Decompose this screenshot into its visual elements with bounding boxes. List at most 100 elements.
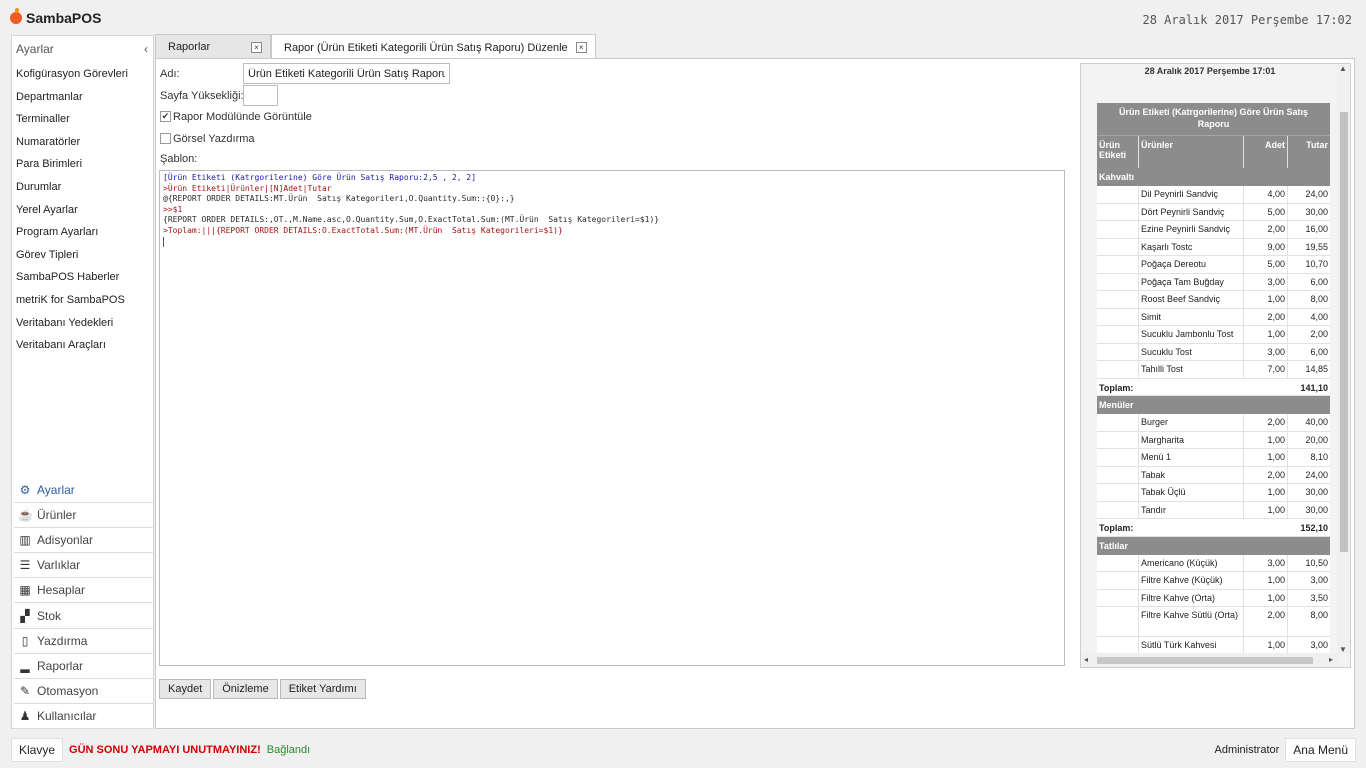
- scroll-up-arrow-icon[interactable]: ▲: [1339, 64, 1347, 73]
- sidebar-item[interactable]: Numaratörler: [16, 134, 128, 157]
- cell-amount: 6,00: [1310, 346, 1328, 357]
- sidebar-item[interactable]: Departmanlar: [16, 89, 128, 112]
- sidebar-item[interactable]: Para Birimleri: [16, 156, 128, 179]
- nav-item-gear[interactable]: ⚙ Ayarlar: [14, 478, 154, 504]
- boxes-icon: ▞: [20, 608, 30, 623]
- nav-item-pencil[interactable]: ✎ Otomasyon: [14, 679, 154, 704]
- sidebar-header: Ayarlar ‹: [16, 42, 148, 58]
- preview-table-row: Americano (Küçük) 3,00 10,50: [1097, 554, 1330, 572]
- vertical-scroll-thumb[interactable]: [1340, 112, 1348, 552]
- cell-tag: [1097, 256, 1139, 273]
- template-editor[interactable]: [Ürün Etiketi (Katrgorilerine) Göre Ürün…: [159, 170, 1065, 666]
- preview-date: 28 Aralık 2017 Perşembe 17:01: [1144, 66, 1276, 76]
- sidebar-item[interactable]: Veritabanı Yedekleri: [16, 315, 128, 338]
- header-quantity: Adet: [1244, 136, 1288, 168]
- cell-quantity: 2,00: [1244, 221, 1288, 238]
- cell-product: Kaşarlı Tostc: [1139, 238, 1244, 255]
- sidebar-item[interactable]: metriK for SambaPOS: [16, 292, 128, 315]
- gear-icon: ⚙: [19, 483, 31, 498]
- settings-sidebar: Ayarlar ‹ Kofigürasyon Görevleri Departma…: [11, 35, 154, 729]
- document-tabs: Raporlar × Rapor (Ürün Etiketi Kategorili …: [155, 34, 596, 60]
- report-module-label: Rapor Modülünde Görüntüle: [173, 111, 312, 123]
- status-bar: Klavye GÜN SONU YAPMAYI UNUTMAYINIZ! Bağ…: [0, 733, 1366, 768]
- cell-amount: 24,00: [1305, 189, 1328, 199]
- cell-tag: [1097, 221, 1139, 238]
- preview-table-row: Margharita 1,00 20,00: [1097, 431, 1330, 449]
- sidebar-title: Ayarlar: [16, 42, 54, 56]
- nav-item-user[interactable]: ♟ Kullanıcılar: [14, 704, 154, 729]
- preview-horizontal-scrollbar[interactable]: ◂ ▸: [1081, 653, 1339, 667]
- nav-item-label: Adisyonlar: [37, 533, 94, 548]
- tag-help-button[interactable]: Etiket Yardımı: [279, 679, 366, 699]
- sidebar-item[interactable]: Görev Tipleri: [16, 247, 128, 270]
- scroll-left-arrow-icon[interactable]: ◂: [1084, 655, 1088, 664]
- tab-label: Raporlar: [168, 41, 211, 53]
- cell-tag: [1097, 589, 1139, 606]
- cell-product: Dört Peynirli Sandviç: [1139, 203, 1244, 220]
- keyboard-button[interactable]: Klavye: [11, 738, 64, 762]
- nav-item-calculator[interactable]: ▦ Hesaplar: [14, 578, 154, 604]
- cell-tag: [1097, 326, 1139, 343]
- preview-table-row: Sucuklu Jambonlu Tost 1,00 2,00: [1097, 326, 1330, 344]
- tab-label: Rapor (Ürün Etiketi Kategorili Ürün Satı…: [284, 41, 568, 54]
- sidebar-item[interactable]: Kofigürasyon Görevleri: [16, 66, 128, 89]
- scroll-right-arrow-icon[interactable]: ▸: [1329, 655, 1333, 664]
- template-line: [Ürün Etiketi (Katrgorilerine) Göre Ürün…: [163, 173, 477, 182]
- cell-product: Margharita: [1139, 431, 1244, 448]
- cell-product: Sütlü Türk Kahvesi: [1139, 637, 1244, 654]
- coffee-icon: ☕: [18, 508, 33, 523]
- sidebar-item[interactable]: Terminaller: [16, 111, 128, 134]
- nav-item-coffee[interactable]: ☕ Ürünler: [14, 503, 154, 529]
- visual-print-checkbox[interactable]: [160, 133, 171, 144]
- preview-table-row: Dört Peynirli Sandviç 5,00 30,00: [1097, 203, 1330, 221]
- cell-tag: [1097, 273, 1139, 290]
- preview-report-title: Ürün Etiketi (Katrgorilerine) Göre Ürün …: [1097, 103, 1330, 135]
- sidebar-item[interactable]: Yerel Ayarlar: [16, 202, 128, 225]
- cell-product: Poğaça Dereotu: [1139, 256, 1244, 273]
- bar-chart-icon: ▂: [20, 658, 30, 673]
- cell-amount: 30,00: [1305, 487, 1328, 497]
- preview-button[interactable]: Önizleme: [213, 679, 278, 699]
- nav-item-label: Varlıklar: [37, 558, 81, 573]
- template-line: @{REPORT ORDER DETAILS:MT.Ürün Satış Kat…: [163, 194, 515, 204]
- preview-table-row: Tahılli Tost 7,00 14,85: [1097, 361, 1330, 379]
- tab-report-edit[interactable]: Rapor (Ürün Etiketi Kategorili Ürün Satı…: [271, 34, 596, 60]
- nav-item-books[interactable]: ▥ Adisyonlar: [14, 528, 154, 554]
- cell-product: Tandır: [1139, 501, 1244, 518]
- cell-quantity: 5,00: [1244, 256, 1288, 273]
- horizontal-scroll-thumb[interactable]: [1097, 657, 1313, 664]
- preview-table-row: Roost Beef Sandviç 1,00 8,00: [1097, 291, 1330, 309]
- nav-item-boxes[interactable]: ▞ Stok: [14, 603, 154, 629]
- cell-tag: [1097, 554, 1139, 571]
- preview-vertical-scrollbar[interactable]: ▲ ▼: [1337, 64, 1350, 654]
- preview-category-row: Tatlılar: [1097, 536, 1330, 555]
- preview-table-row: Poğaça Tam Buğday 3,00 6,00: [1097, 273, 1330, 291]
- close-icon[interactable]: ×: [251, 41, 262, 53]
- cell-quantity: 1,00: [1244, 291, 1288, 308]
- collapse-chevron-icon[interactable]: ‹: [144, 42, 148, 56]
- report-name-input[interactable]: [243, 63, 450, 84]
- report-preview[interactable]: 28 Aralık 2017 Perşembe 17:01 Ürün Etike…: [1080, 63, 1351, 668]
- page-height-input[interactable]: [243, 85, 278, 106]
- nav-item-bar-chart[interactable]: ▂ Raporlar: [14, 654, 154, 679]
- cell-product: Filtre Kahve Sütlü (Orta): [1139, 607, 1244, 636]
- cell-amount: 10,70: [1305, 259, 1328, 269]
- nav-item-document[interactable]: ▯ Yazdırma: [14, 629, 154, 654]
- report-module-checkbox[interactable]: ✔: [160, 111, 171, 122]
- close-icon[interactable]: ×: [575, 42, 587, 53]
- cell-tag: [1097, 238, 1139, 255]
- cell-quantity: 2,00: [1244, 466, 1288, 483]
- sidebar-item[interactable]: Veritabanı Araçları: [16, 337, 128, 360]
- sidebar-item[interactable]: SambaPOS Haberler: [16, 269, 128, 292]
- nav-item-list[interactable]: ☰ Varlıklar: [14, 553, 154, 579]
- total-label: Toplam:: [1099, 382, 1134, 393]
- cell-tag: [1097, 431, 1139, 448]
- sidebar-item[interactable]: Durumlar: [16, 179, 128, 202]
- scroll-down-arrow-icon[interactable]: ▼: [1339, 645, 1347, 654]
- main-menu-button[interactable]: Ana Menü: [1285, 738, 1356, 762]
- save-button[interactable]: Kaydet: [159, 679, 212, 699]
- template-line: >Toplam:|||{REPORT ORDER DETAILS:O.Exact…: [163, 225, 563, 235]
- sidebar-item[interactable]: Program Ayarları: [16, 224, 128, 247]
- tab-reports[interactable]: Raporlar ×: [155, 34, 271, 59]
- cell-amount: 3,00: [1310, 575, 1328, 585]
